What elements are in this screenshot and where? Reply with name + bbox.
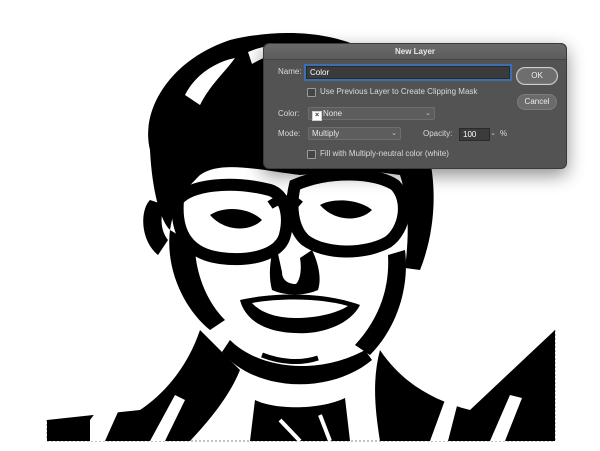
opacity-chevron-icon[interactable]: ⌄ — [488, 128, 498, 139]
chevron-down-icon: ⌄ — [425, 110, 431, 117]
clipping-mask-label: Use Previous Layer to Create Clipping Ma… — [320, 87, 478, 96]
clipping-mask-checkbox[interactable] — [307, 88, 316, 97]
x-swatch-icon: × — [312, 111, 322, 121]
mode-label: Mode: — [278, 129, 301, 138]
name-label: Name: — [278, 67, 302, 76]
mode-select[interactable]: Multiply ⌄ — [308, 127, 401, 140]
color-select[interactable]: × None ⌄ — [308, 107, 435, 121]
opacity-unit: % — [500, 129, 508, 138]
fill-neutral-label: Fill with Multiply-neutral color (white) — [320, 149, 449, 158]
cancel-button[interactable]: Cancel — [517, 94, 557, 110]
fill-neutral-checkbox[interactable] — [307, 150, 316, 159]
new-layer-dialog: New Layer Name: Color Use Previous Layer… — [263, 43, 567, 169]
name-input[interactable]: Color — [306, 66, 510, 79]
ok-button[interactable]: OK — [517, 68, 557, 84]
opacity-label: Opacity: — [423, 129, 453, 138]
chevron-down-icon: ⌄ — [391, 130, 397, 137]
dialog-title: New Layer — [264, 44, 566, 60]
color-select-value: None — [323, 109, 343, 118]
color-label: Color: — [278, 109, 300, 118]
mode-select-value: Multiply — [312, 129, 340, 138]
opacity-input[interactable]: 100 — [459, 128, 490, 141]
